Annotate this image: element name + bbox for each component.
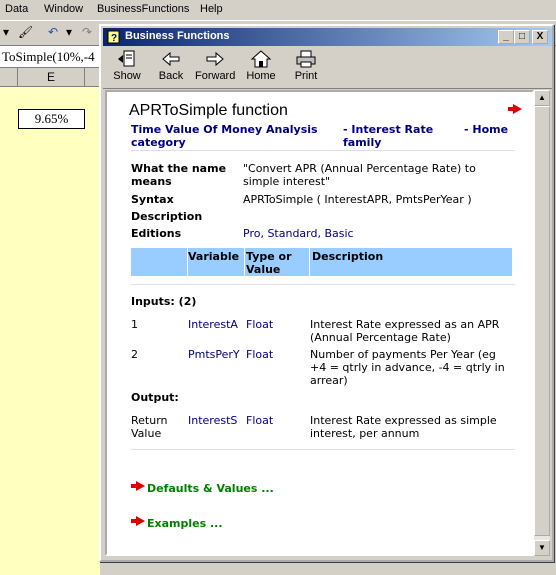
category-link[interactable]: Time Value Of Money Analysis category — [131, 123, 331, 149]
show-label: Show — [113, 70, 141, 82]
output-label: Output: — [131, 391, 179, 404]
output-row-number: Return Value — [131, 414, 168, 440]
input-row-number: 1 — [131, 318, 138, 331]
input-row-description: Interest Rate expressed as an APR (Annua… — [310, 318, 500, 344]
home-button[interactable]: Home — [243, 49, 279, 87]
editions-label: Editions — [131, 227, 182, 240]
formula-bar[interactable]: ToSimple(10%,-4 — [0, 46, 100, 68]
undo-icon[interactable]: ↶ — [48, 25, 58, 39]
meaning-label: What the name means — [131, 162, 227, 188]
minimize-button[interactable]: _ — [498, 30, 514, 44]
header-separator — [309, 248, 310, 276]
output-row-type: Float — [246, 414, 274, 427]
home-label: Home — [246, 70, 276, 82]
back-arrow-icon — [162, 51, 180, 67]
vertical-scrollbar[interactable]: ▲ ▼ — [534, 90, 550, 556]
input-row-variable[interactable]: PmtsPerY — [188, 348, 244, 361]
input-row-number: 2 — [131, 348, 138, 361]
window-titlebar[interactable]: ? Business Functions _ □ X — [103, 28, 552, 46]
dropdown-arrow-icon[interactable]: ▾ — [3, 25, 9, 39]
printer-icon — [296, 50, 316, 68]
input-row-description: Number of payments Per Year (eg +4 = qtr… — [310, 348, 505, 387]
excel-menubar: Data Window BusinessFunctions Help — [0, 0, 556, 20]
forward-arrow-icon — [206, 51, 224, 67]
scroll-down-button[interactable]: ▼ — [534, 540, 550, 556]
print-label: Print — [294, 70, 318, 82]
home-icon — [250, 50, 272, 68]
defaults-values-link[interactable]: Defaults & Values ... — [147, 482, 274, 495]
divider — [131, 150, 515, 151]
description-label: Description — [131, 210, 203, 223]
undo-dropdown-icon[interactable]: ▾ — [66, 25, 72, 39]
syntax-value: APRToSimple ( InterestAPR, PmtsPerYear ) — [243, 193, 472, 206]
column-header-next[interactable] — [85, 68, 100, 87]
forward-button[interactable]: Forward — [195, 49, 235, 87]
close-button[interactable]: X — [532, 30, 548, 44]
input-row-type: Float — [246, 318, 274, 331]
page-title: APRToSimple function — [129, 102, 288, 119]
table-header: Variable Type or Value Description — [131, 248, 512, 276]
help-window: ? Business Functions _ □ X Show Back For… — [99, 24, 554, 562]
back-label: Back — [158, 70, 184, 82]
menu-businessfunctions[interactable]: BusinessFunctions — [97, 3, 189, 15]
divider — [131, 284, 515, 285]
menu-data[interactable]: Data — [5, 3, 28, 15]
result-cell[interactable]: 9.65% — [18, 109, 85, 129]
column-header-e[interactable]: E — [18, 68, 85, 87]
help-book-icon: ? — [107, 30, 120, 44]
family-link[interactable]: - Interest Rate family — [343, 123, 453, 149]
divider — [131, 449, 515, 450]
redo-icon[interactable]: ↷ — [82, 25, 92, 39]
forward-label: Forward — [195, 70, 236, 82]
red-arrow-icon — [131, 481, 145, 491]
header-variable: Variable — [188, 250, 240, 263]
format-painter-icon[interactable]: 🖌 — [18, 25, 33, 39]
examples-link[interactable]: Examples ... — [147, 517, 223, 530]
menu-help[interactable]: Help — [200, 3, 223, 15]
scroll-up-button[interactable]: ▲ — [534, 90, 550, 106]
header-description: Description — [312, 250, 384, 263]
syntax-label: Syntax — [131, 193, 174, 206]
maximize-button[interactable]: □ — [514, 30, 530, 44]
editions-value[interactable]: Pro, Standard, Basic — [243, 227, 354, 240]
back-button[interactable]: Back — [153, 49, 189, 87]
header-type: Type or Value — [246, 250, 292, 276]
show-button[interactable]: Show — [109, 49, 145, 87]
window-title: Business Functions — [125, 30, 230, 42]
show-icon — [118, 50, 135, 67]
menu-window[interactable]: Window — [44, 3, 83, 15]
input-row-variable[interactable]: InterestA — [188, 318, 244, 331]
worksheet-area[interactable] — [0, 87, 100, 575]
header-separator — [244, 248, 245, 276]
column-header-prev[interactable] — [0, 68, 18, 87]
red-arrow-icon — [131, 516, 145, 526]
input-row-type: Float — [246, 348, 274, 361]
help-toolbar: Show Back Forward Home Print — [103, 47, 552, 89]
inputs-label: Inputs: (2) — [131, 295, 197, 308]
meaning-value: "Convert APR (Annual Percentage Rate) to… — [243, 162, 476, 188]
output-row-description: Interest Rate expressed as simple intere… — [310, 414, 497, 440]
print-button[interactable]: Print — [289, 49, 323, 87]
scroll-thumb[interactable] — [534, 106, 550, 536]
svg-text:?: ? — [111, 33, 117, 44]
home-link[interactable]: - Home — [464, 123, 524, 136]
help-content: APRToSimple function Time Value Of Money… — [105, 90, 534, 556]
red-arrow-icon[interactable] — [508, 104, 522, 114]
output-row-variable[interactable]: InterestS — [188, 414, 244, 427]
